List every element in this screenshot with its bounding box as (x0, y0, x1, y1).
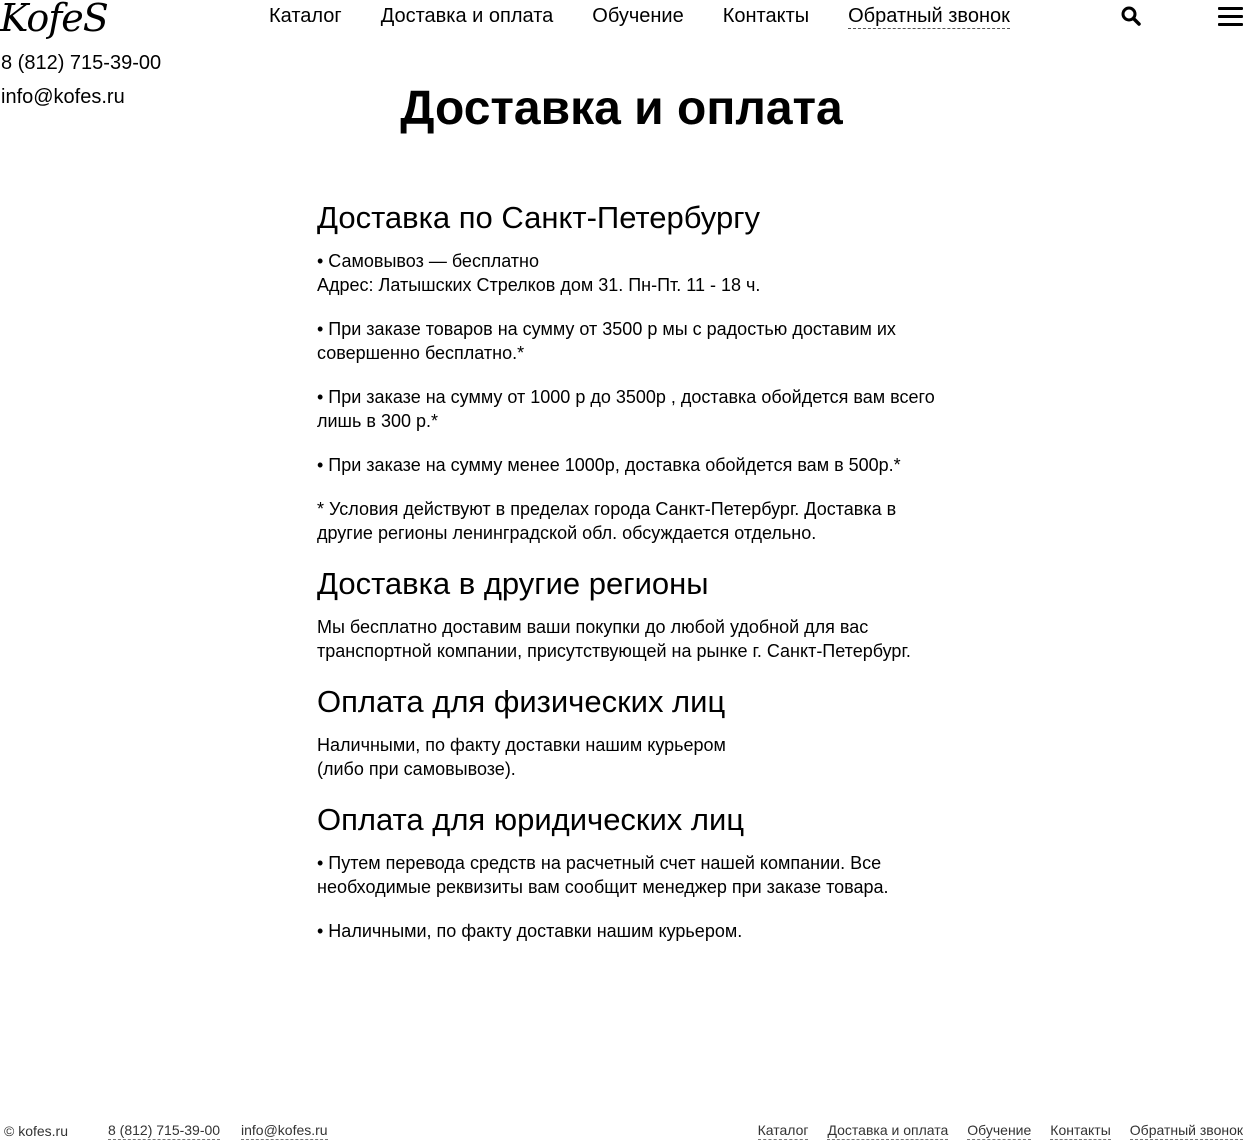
logo[interactable]: KofeS (0, 0, 109, 38)
footer: © kofes.ru 8 (812) 715-39-00 info@kofes.… (0, 1121, 1243, 1141)
footer-nav-catalog[interactable]: Каталог (757, 1121, 809, 1140)
nav-item-training[interactable]: Обучение (592, 4, 683, 29)
paragraph: • При заказе товаров на сумму от 3500 р … (317, 319, 896, 363)
nav-item-callback[interactable]: Обратный звонок (848, 4, 1010, 29)
section-title: Доставка по Санкт-Петербургу (317, 200, 761, 235)
page-title: Доставка и оплата (400, 82, 843, 135)
paragraph: Мы бесплатно доставим ваши покупки до лю… (317, 617, 911, 661)
header-phone[interactable]: 8 (812) 715-39-00 (1, 51, 161, 75)
main-content: Доставка по Санкт-Петербургу • Самовывоз… (317, 199, 937, 963)
paragraph: • Путем перевода средств на расчетный сч… (317, 853, 889, 897)
section-title: Оплата для физических лиц (317, 684, 726, 719)
footer-nav-training[interactable]: Обучение (967, 1121, 1032, 1140)
paragraph: Наличными, по факту доставки нашим курье… (317, 735, 726, 779)
footer-nav-delivery[interactable]: Доставка и оплата (827, 1121, 949, 1140)
paragraph: • Наличными, по факту доставки нашим кур… (317, 921, 743, 941)
section-payment-legal: Оплата для юридических лиц • Путем перев… (317, 801, 937, 943)
hamburger-menu-icon[interactable] (1218, 7, 1243, 27)
nav-item-catalog[interactable]: Каталог (269, 4, 342, 29)
nav-item-contacts[interactable]: Контакты (723, 4, 809, 29)
footer-nav: Каталог Доставка и оплата Обучение Конта… (739, 1121, 1243, 1140)
section-title: Доставка в другие регионы (317, 566, 709, 601)
footer-copyright: © kofes.ru (4, 1123, 69, 1139)
section-payment-individuals: Оплата для физических лиц Наличными, по … (317, 683, 937, 781)
footer-phone[interactable]: 8 (812) 715-39-00 (108, 1121, 221, 1140)
section-delivery-spb: Доставка по Санкт-Петербургу • Самовывоз… (317, 199, 937, 545)
footer-nav-contacts[interactable]: Контакты (1050, 1121, 1111, 1140)
paragraph: • При заказе на сумму менее 1000р, доста… (317, 455, 901, 475)
paragraph: • При заказе на сумму от 1000 р до 3500р… (317, 387, 935, 431)
footer-email[interactable]: info@kofes.ru (241, 1121, 328, 1140)
paragraph: • Самовывоз — бесплатно Адрес: Латышских… (317, 251, 761, 295)
paragraph: * Условия действуют в пределах города Са… (317, 499, 897, 543)
main-nav: Каталог Доставка и оплата Обучение Конта… (269, 4, 1010, 29)
nav-item-delivery[interactable]: Доставка и оплата (381, 4, 554, 29)
section-title: Оплата для юридических лиц (317, 802, 745, 837)
search-icon[interactable] (1121, 6, 1141, 26)
section-delivery-regions: Доставка в другие регионы Мы бесплатно д… (317, 565, 937, 663)
footer-nav-callback[interactable]: Обратный звонок (1129, 1121, 1243, 1140)
